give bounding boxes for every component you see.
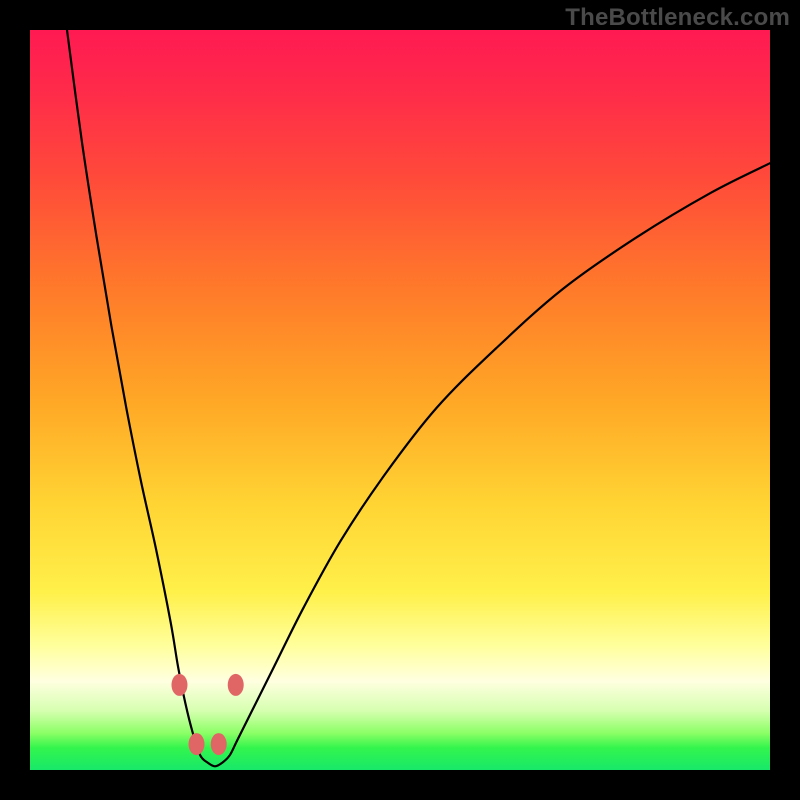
marker-dot [171,674,187,696]
curve-markers [171,674,243,755]
bottleneck-curve [67,30,770,766]
chart-frame: TheBottleneck.com [0,0,800,800]
marker-dot [211,733,227,755]
marker-dot [189,733,205,755]
plot-area [30,30,770,770]
curve-svg [30,30,770,770]
marker-dot [228,674,244,696]
watermark-text: TheBottleneck.com [565,4,790,32]
